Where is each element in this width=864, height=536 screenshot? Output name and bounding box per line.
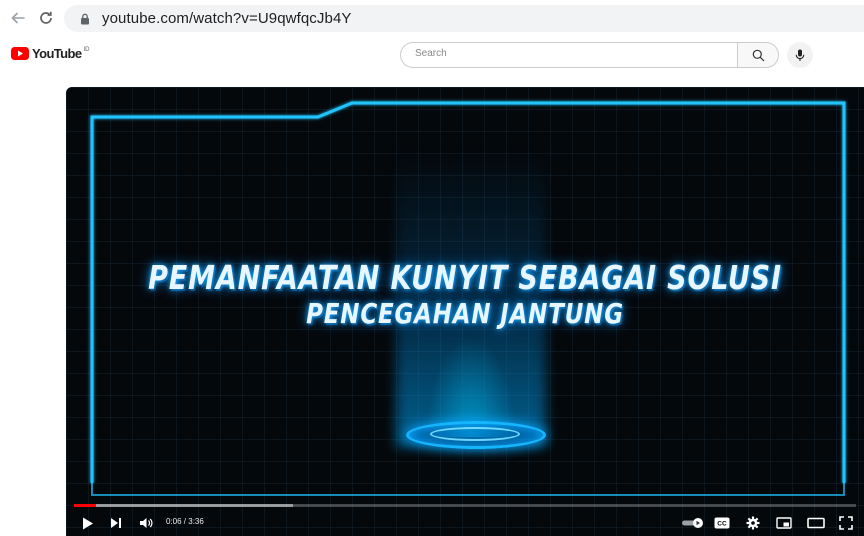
address-bar[interactable]: youtube.com/watch?v=U9qwfqcJb4Y xyxy=(64,5,864,32)
cc-label: CC xyxy=(717,521,727,528)
microphone-icon xyxy=(795,49,805,61)
search-box xyxy=(400,42,737,68)
url-text: youtube.com/watch?v=U9qwfqcJb4Y xyxy=(102,10,352,27)
reload-icon[interactable] xyxy=(34,6,58,30)
youtube-logo-text: YouTube xyxy=(32,46,82,61)
country-code: ID xyxy=(83,46,90,53)
search-input[interactable] xyxy=(413,47,717,60)
lock-icon xyxy=(80,12,90,30)
title-line-2: pencegahan jantung xyxy=(306,297,624,330)
browser-toolbar: youtube.com/watch?v=U9qwfqcJb4Y xyxy=(0,0,864,36)
next-icon[interactable] xyxy=(106,513,126,533)
back-arrow-icon[interactable] xyxy=(6,6,30,30)
youtube-play-logo-icon xyxy=(11,47,29,60)
subtitles-icon[interactable]: CC xyxy=(712,513,732,533)
search-icon xyxy=(752,49,764,61)
progress-buffered xyxy=(74,504,293,507)
video-title-overlay: Pemanfaatan Kunyit sebagai solusi penceg… xyxy=(66,259,864,331)
autoplay-toggle[interactable] xyxy=(680,513,706,533)
miniplayer-icon[interactable] xyxy=(774,513,794,533)
youtube-logo[interactable]: YouTube ID xyxy=(11,46,89,61)
player-controls: 0:06 / 3:36 CC xyxy=(66,511,864,535)
theater-icon[interactable] xyxy=(805,513,827,533)
fullscreen-icon[interactable] xyxy=(836,513,856,533)
search-button[interactable] xyxy=(737,42,779,68)
voice-search-button[interactable] xyxy=(787,42,813,68)
progress-played xyxy=(74,504,96,507)
youtube-header: YouTube ID xyxy=(0,36,864,86)
video-player[interactable]: Pemanfaatan Kunyit sebagai solusi penceg… xyxy=(66,87,864,536)
play-icon[interactable] xyxy=(78,513,98,533)
title-line-1: Pemanfaatan Kunyit sebagai solusi xyxy=(148,258,782,297)
progress-bar[interactable] xyxy=(74,504,856,507)
volume-icon[interactable] xyxy=(136,513,156,533)
settings-icon[interactable] xyxy=(743,513,763,533)
time-display: 0:06 / 3:36 xyxy=(166,517,204,526)
